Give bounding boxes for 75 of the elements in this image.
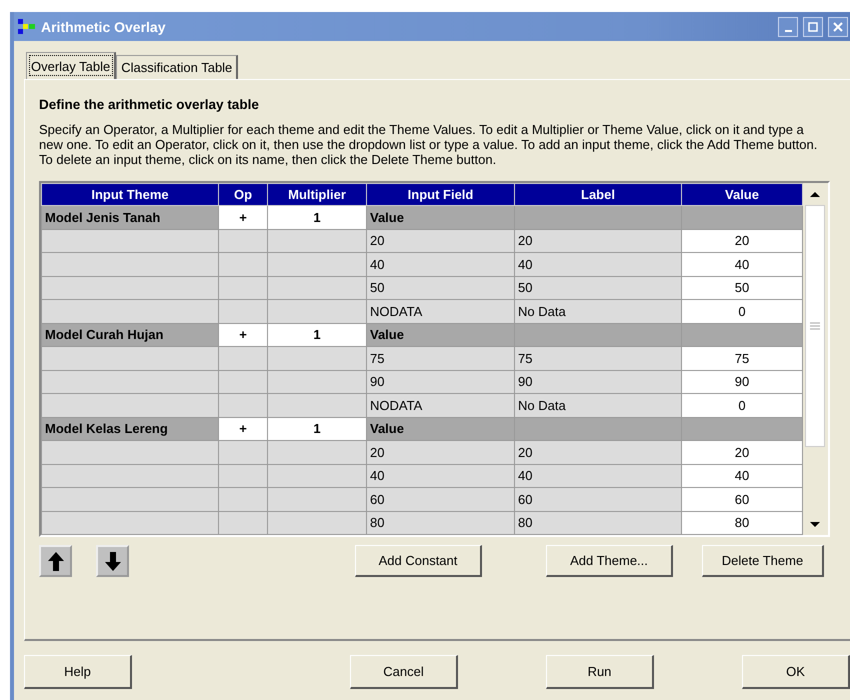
- table-cell: 40: [514, 464, 682, 488]
- tab[interactable]: Classification Table: [116, 55, 238, 79]
- column-header: Op: [218, 184, 268, 206]
- table-cell: 60: [514, 488, 682, 511]
- move-down-button[interactable]: [96, 545, 129, 577]
- action-button[interactable]: Add Theme...: [546, 545, 673, 577]
- app-icon: [18, 18, 36, 34]
- value-cell[interactable]: 20: [682, 229, 802, 252]
- grip-icon: [810, 322, 820, 330]
- table-cell: 75: [514, 346, 682, 370]
- maximize-button[interactable]: [803, 16, 823, 36]
- down-arrow-icon: [102, 550, 122, 572]
- value-cell[interactable]: 90: [682, 370, 802, 394]
- action-button[interactable]: Delete Theme: [702, 545, 824, 577]
- table-cell: Value: [366, 417, 514, 440]
- move-up-button[interactable]: [39, 545, 72, 577]
- action-button[interactable]: Add Constant: [355, 545, 482, 577]
- table-cell: 80: [366, 511, 514, 534]
- table-cell: Value: [366, 206, 514, 229]
- table-cell: 90: [514, 370, 682, 394]
- dialog-button[interactable]: Cancel: [350, 655, 458, 689]
- table-cell: 20: [366, 229, 514, 252]
- value-cell[interactable]: 50: [682, 276, 802, 300]
- table-cell: 90: [366, 370, 514, 394]
- table-cell: 50: [514, 276, 682, 300]
- column-header: Input Theme: [42, 184, 218, 206]
- value-cell[interactable]: 20: [682, 440, 802, 464]
- value-cell[interactable]: 80: [682, 511, 802, 534]
- up-arrow-icon: [46, 550, 66, 572]
- value-cell[interactable]: 0: [682, 300, 802, 323]
- table-cell: No Data: [514, 394, 682, 417]
- column-header: Input Field: [366, 184, 514, 206]
- value-cell[interactable]: 40: [682, 464, 802, 488]
- minimize-button[interactable]: [778, 16, 798, 36]
- column-header: Multiplier: [268, 184, 366, 206]
- tab[interactable]: Overlay Table: [26, 52, 116, 79]
- table-cell: 20: [366, 440, 514, 464]
- dialog-button[interactable]: Help: [24, 655, 132, 689]
- value-cell[interactable]: 60: [682, 488, 802, 511]
- multiplier-cell[interactable]: 1: [268, 323, 366, 346]
- section-heading: Define the arithmetic overlay table: [39, 97, 260, 112]
- table-cell: Value: [366, 323, 514, 346]
- value-cell[interactable]: 0: [682, 394, 802, 417]
- dialog-button[interactable]: Run: [546, 655, 654, 689]
- table-cell: 40: [366, 464, 514, 488]
- maximize-icon: [808, 22, 818, 32]
- minimize-icon: [784, 30, 792, 32]
- operator-cell[interactable]: +: [218, 206, 268, 229]
- theme-name-cell[interactable]: Model Kelas Lereng: [42, 417, 218, 440]
- table-cell: 50: [366, 276, 514, 300]
- table-cell: NODATA: [366, 300, 514, 323]
- table-cell: No Data: [514, 300, 682, 323]
- table-cell: 60: [366, 488, 514, 511]
- column-header: Label: [514, 184, 682, 206]
- operator-cell[interactable]: +: [218, 417, 268, 440]
- table-cell: 40: [366, 252, 514, 276]
- theme-name-cell[interactable]: Model Curah Hujan: [42, 323, 218, 346]
- close-icon: [833, 22, 843, 32]
- table-cell: 20: [514, 229, 682, 252]
- operator-cell[interactable]: +: [218, 323, 268, 346]
- multiplier-cell[interactable]: 1: [268, 417, 366, 440]
- window-title: Arithmetic Overlay: [41, 18, 166, 34]
- table-cell: 75: [366, 346, 514, 370]
- value-cell[interactable]: 40: [682, 252, 802, 276]
- dialog-button[interactable]: OK: [742, 655, 850, 689]
- table-cell: 20: [514, 440, 682, 464]
- table-cell: NODATA: [366, 394, 514, 417]
- multiplier-cell[interactable]: 1: [268, 206, 366, 229]
- instructions-text: Specify an Operator, a Multiplier for each theme and edit the Theme Values. To edit a Multiplier or Theme Value, click on it and type a new one. To edit an Operator, click on it, then use the dropdown list or type a value. To add an input theme, click the Add Theme button. To delete an input theme, click on its name, then click the Delete Theme button.: [39, 122, 818, 167]
- value-cell[interactable]: 75: [682, 346, 802, 370]
- table-cell: 80: [514, 511, 682, 534]
- close-button[interactable]: [828, 16, 848, 36]
- column-header: Value: [682, 184, 802, 206]
- theme-name-cell[interactable]: Model Jenis Tanah: [42, 206, 218, 229]
- table-cell: 40: [514, 252, 682, 276]
